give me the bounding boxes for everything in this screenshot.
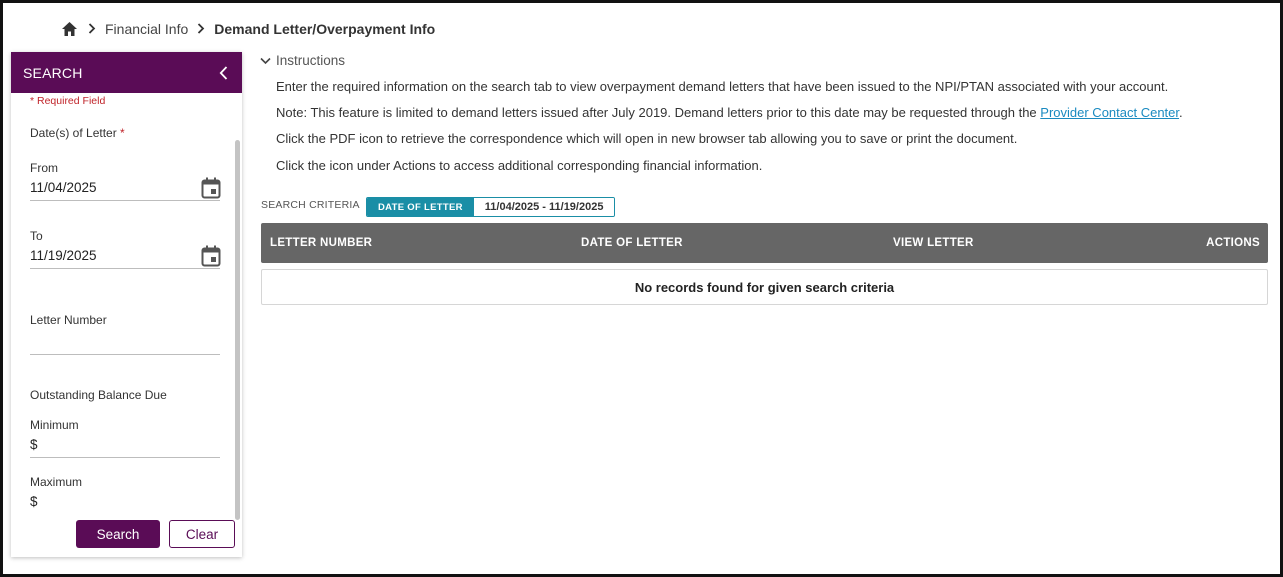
from-date-field[interactable]: 11/04/2025 xyxy=(30,175,221,201)
empty-results-message: No records found for given search criter… xyxy=(261,269,1268,305)
search-criteria-label: SEARCH CRITERIA xyxy=(261,199,360,211)
required-mark: * xyxy=(120,126,125,140)
instructions-label: Instructions xyxy=(276,53,346,68)
column-view-letter[interactable]: VIEW LETTER xyxy=(893,237,974,249)
to-date-value: 11/19/2025 xyxy=(30,248,97,263)
maximum-currency-prefix: $ xyxy=(30,494,38,509)
column-actions[interactable]: ACTIONS xyxy=(1206,237,1260,249)
breadcrumb: Financial Info Demand Letter/Overpayment… xyxy=(60,19,435,39)
letter-number-input[interactable] xyxy=(30,329,220,355)
instruction-line-1: Enter the required information on the se… xyxy=(276,79,1169,94)
search-criteria-chip: DATE OF LETTER 11/04/2025 - 11/19/2025 xyxy=(366,197,616,217)
instruction-line-3: Click the PDF icon to retrieve the corre… xyxy=(276,131,1018,146)
provider-contact-center-link[interactable]: Provider Contact Center xyxy=(1040,105,1179,120)
column-date-of-letter[interactable]: DATE OF LETTER xyxy=(581,237,683,249)
calendar-icon[interactable] xyxy=(201,177,221,199)
minimum-balance-input[interactable]: $ xyxy=(30,432,220,458)
chevron-left-icon[interactable] xyxy=(216,65,230,80)
sidebar-scroll-thumb[interactable] xyxy=(235,140,240,520)
date-of-letter-label: Date(s) of Letter * xyxy=(30,126,125,140)
chevron-right-icon xyxy=(197,21,205,38)
letter-number-label: Letter Number xyxy=(30,313,107,327)
minimum-label: Minimum xyxy=(30,418,79,432)
maximum-balance-input[interactable]: $ xyxy=(30,489,220,511)
instruction-line-2: Note: This feature is limited to demand … xyxy=(276,105,1183,120)
chevron-down-icon xyxy=(259,55,271,67)
instruction-line-2-end: . xyxy=(1179,105,1183,120)
results-table-header: LETTER NUMBER DATE OF LETTER VIEW LETTER… xyxy=(261,223,1268,263)
sidebar-title: SEARCH xyxy=(23,64,83,81)
breadcrumb-financial-info[interactable]: Financial Info xyxy=(105,21,188,37)
to-date-field[interactable]: 11/19/2025 xyxy=(30,243,221,269)
search-sidebar: SEARCH * Required Field Date(s) of Lette… xyxy=(11,52,242,557)
instruction-line-2-text: Note: This feature is limited to demand … xyxy=(276,105,1041,120)
minimum-currency-prefix: $ xyxy=(30,437,38,452)
home-icon[interactable] xyxy=(60,20,78,38)
breadcrumb-current: Demand Letter/Overpayment Info xyxy=(214,21,436,37)
required-field-note: * Required Field xyxy=(30,95,106,107)
calendar-icon[interactable] xyxy=(201,245,221,267)
clear-button[interactable]: Clear xyxy=(169,520,235,548)
instructions-toggle[interactable]: Instructions xyxy=(259,53,345,68)
criteria-chip-value: 11/04/2025 - 11/19/2025 xyxy=(473,198,615,216)
from-date-value: 11/04/2025 xyxy=(30,180,97,195)
sidebar-form: * Required Field Date(s) of Letter * Fro… xyxy=(11,93,242,511)
date-of-letter-text: Date(s) of Letter xyxy=(30,126,117,140)
sidebar-header: SEARCH xyxy=(11,52,242,93)
to-label: To xyxy=(30,229,43,243)
maximum-label: Maximum xyxy=(30,475,83,489)
sidebar-scrollbar[interactable] xyxy=(233,93,242,520)
instruction-line-4: Click the icon under Actions to access a… xyxy=(276,158,763,173)
chevron-right-icon xyxy=(88,21,96,38)
sidebar-actions: Search Clear xyxy=(11,511,242,557)
search-button[interactable]: Search xyxy=(76,520,160,548)
criteria-chip-key: DATE OF LETTER xyxy=(367,198,474,216)
outstanding-balance-label: Outstanding Balance Due xyxy=(30,388,167,402)
from-label: From xyxy=(30,161,58,175)
column-letter-number[interactable]: LETTER NUMBER xyxy=(270,237,372,249)
